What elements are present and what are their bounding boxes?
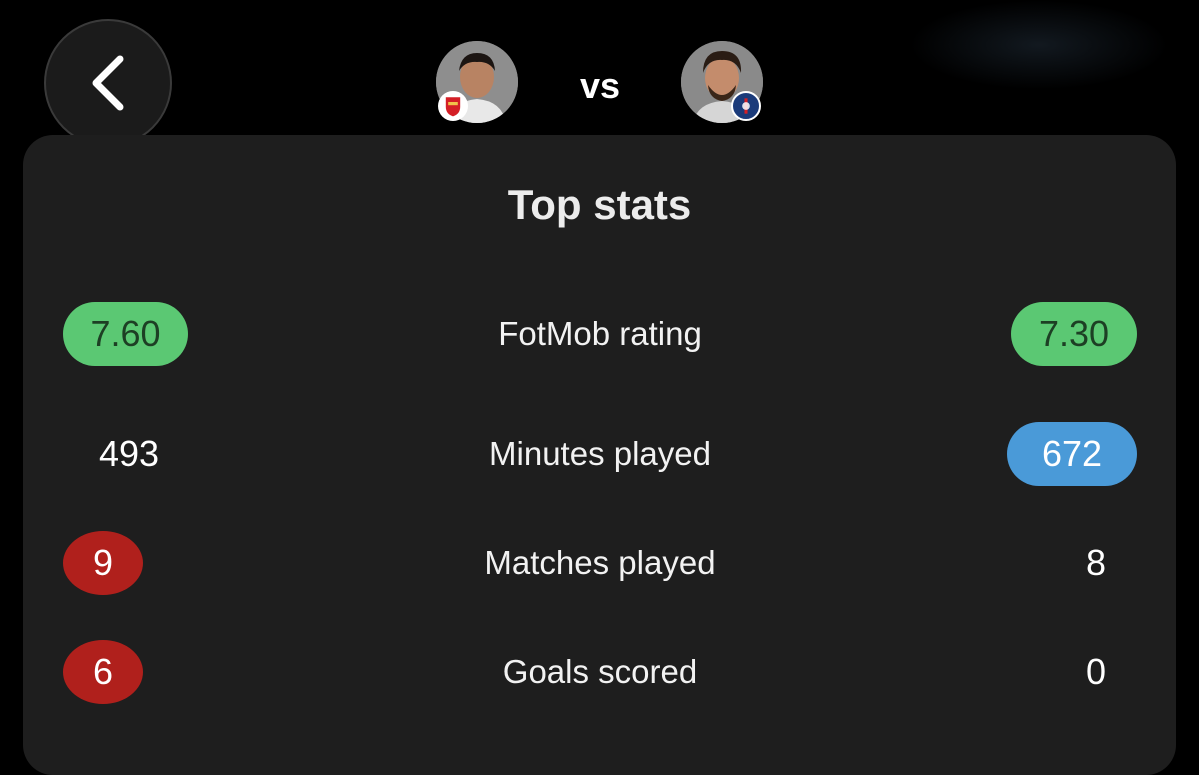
- right-stat-value: 7.30: [1011, 302, 1137, 366]
- arsenal-badge-icon: [438, 91, 468, 121]
- stat-label: Goals scored: [502, 653, 698, 690]
- left-stat-value: 493: [98, 433, 160, 474]
- stat-label: Minutes played: [489, 435, 711, 472]
- background-glow: [909, 0, 1169, 90]
- stat-row-minutes-played: 493 Minutes played 672: [0, 422, 1199, 486]
- left-stat-value: 7.60: [63, 302, 188, 366]
- chevron-left-icon: [92, 55, 124, 111]
- stat-label: Matches played: [484, 544, 716, 581]
- left-stat-value: 9: [63, 531, 143, 595]
- right-stat-value: 8: [1085, 542, 1107, 583]
- psg-badge-icon: [731, 91, 761, 121]
- stat-row-fotmob-rating: 7.60 FotMob rating 7.30: [0, 302, 1199, 366]
- top-stats-title: Top stats: [507, 181, 692, 228]
- stat-label: FotMob rating: [498, 315, 702, 352]
- right-stat-value: 672: [1007, 422, 1137, 486]
- back-button[interactable]: [44, 19, 172, 147]
- stat-row-goals-scored: 6 Goals scored 0: [0, 640, 1199, 704]
- versus-label: vs: [579, 65, 621, 106]
- right-player-avatar[interactable]: [681, 41, 763, 123]
- stat-row-matches-played: 9 Matches played 8: [0, 531, 1199, 595]
- left-player-avatar[interactable]: [436, 41, 518, 123]
- left-stat-value: 6: [63, 640, 143, 704]
- right-stat-value: 0: [1085, 651, 1107, 692]
